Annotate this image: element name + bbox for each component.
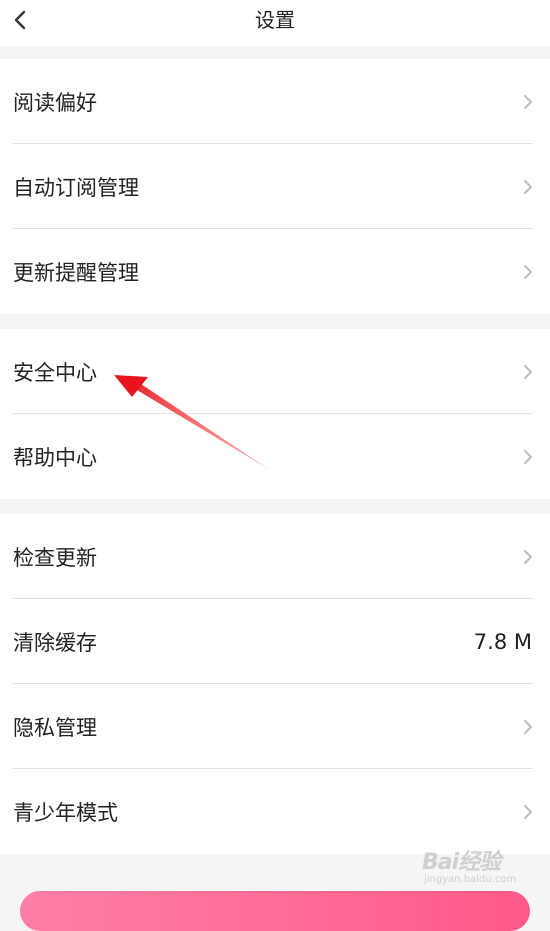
watermark-brand: Bai经验 — [422, 850, 501, 875]
top-nav-bar: 设置 — [0, 0, 550, 46]
settings-item-label: 阅读偏好 — [13, 90, 97, 115]
settings-item-clear-cache[interactable]: 清除缓存 7.8 M — [0, 599, 550, 684]
settings-item-label: 更新提醒管理 — [13, 260, 139, 285]
settings-item-label: 帮助中心 — [13, 445, 97, 470]
back-button[interactable] — [0, 0, 40, 40]
settings-item-privacy[interactable]: 隐私管理 — [0, 684, 550, 769]
settings-item-help-center[interactable]: 帮助中心 — [0, 414, 550, 499]
settings-item-label: 清除缓存 — [13, 630, 97, 655]
settings-item-label: 青少年模式 — [13, 800, 118, 825]
settings-group-3: 检查更新 清除缓存 7.8 M 隐私管理 青少年模式 — [0, 514, 550, 854]
settings-item-update-reminder[interactable]: 更新提醒管理 — [0, 229, 550, 314]
settings-item-label: 检查更新 — [13, 545, 97, 570]
settings-item-label: 隐私管理 — [13, 715, 97, 740]
settings-item-label: 自动订阅管理 — [13, 175, 139, 200]
settings-item-label: 安全中心 — [13, 360, 97, 385]
page-title: 设置 — [255, 8, 295, 32]
chevron-right-icon — [521, 262, 535, 282]
settings-item-reading-preference[interactable]: 阅读偏好 — [0, 59, 550, 144]
chevron-right-icon — [521, 717, 535, 737]
logout-button[interactable] — [20, 891, 530, 931]
chevron-right-icon — [521, 547, 535, 567]
settings-item-check-update[interactable]: 检查更新 — [0, 514, 550, 599]
settings-group-1: 阅读偏好 自动订阅管理 更新提醒管理 — [0, 59, 550, 314]
chevron-right-icon — [521, 447, 535, 467]
settings-group-2: 安全中心 帮助中心 — [0, 329, 550, 499]
chevron-right-icon — [521, 802, 535, 822]
baidu-watermark: Bai经验 jingyan.baidu.com — [420, 840, 530, 890]
settings-item-auto-subscribe[interactable]: 自动订阅管理 — [0, 144, 550, 229]
settings-item-security-center[interactable]: 安全中心 — [0, 329, 550, 414]
chevron-right-icon — [521, 362, 535, 382]
cache-size-value: 7.8 M — [473, 629, 532, 654]
watermark-url: jingyan.baidu.com — [424, 874, 517, 885]
chevron-right-icon — [521, 177, 535, 197]
chevron-right-icon — [521, 92, 535, 112]
chevron-left-icon — [14, 10, 26, 30]
